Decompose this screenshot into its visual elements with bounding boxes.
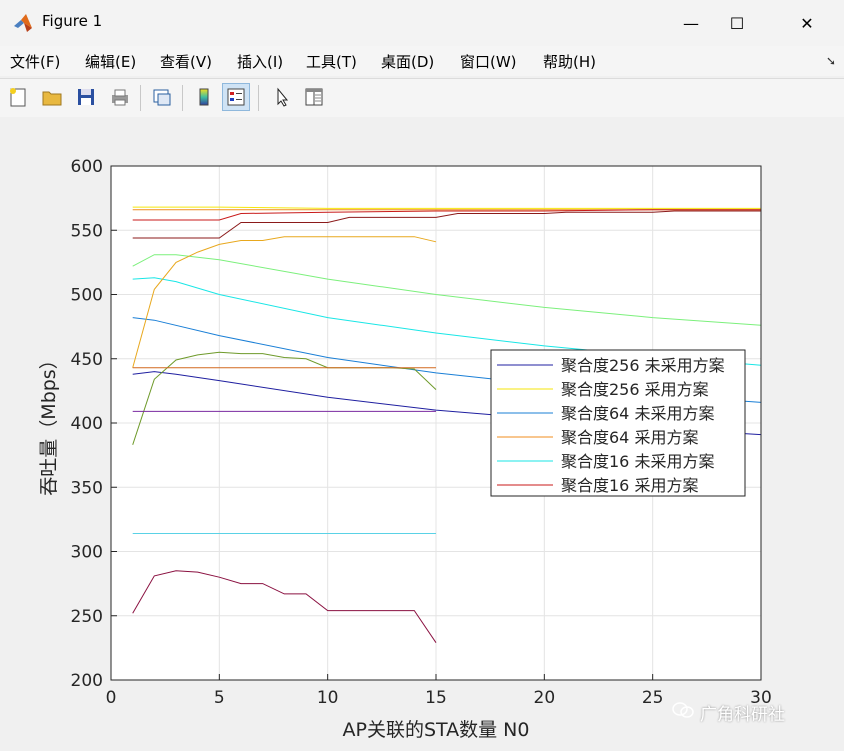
maximize-button[interactable]: ☐ [712, 0, 762, 46]
x-axis-label: AP关联的STA数量 N0 [343, 719, 530, 741]
y-tick-label: 550 [71, 221, 103, 241]
matlab-logo-icon [14, 14, 32, 32]
legend-label: 聚合度64 采用方案 [561, 428, 698, 447]
toolbar-separator [258, 85, 259, 111]
figure-canvas: 0 5 10 15 20 25 30 200 250 300 350 400 450 500 550 600 … [4, 118, 840, 747]
close-button[interactable]: ✕ [782, 0, 832, 46]
link-icon[interactable] [148, 83, 176, 111]
legend-label: 聚合度16 采用方案 [561, 476, 698, 495]
menu-view[interactable]: 查看(V) [160, 51, 212, 72]
y-tick-label: 200 [71, 671, 103, 691]
menu-tools[interactable]: 工具(T) [306, 51, 357, 72]
x-tick-label: 5 [214, 688, 225, 708]
menu-file[interactable]: 文件(F) [10, 51, 60, 72]
y-tick-label: 400 [71, 414, 103, 434]
x-tick-label: 0 [106, 688, 117, 708]
line-chart[interactable]: 0 5 10 15 20 25 30200250300350400450500550600 … [4, 118, 840, 747]
y-tick-label: 600 [71, 157, 103, 177]
toolbar-separator [182, 85, 183, 111]
x-tick-label: 10 [317, 688, 339, 708]
menu-insert[interactable]: 插入(I) [237, 51, 283, 72]
menu-desktop[interactable]: 桌面(D) [381, 51, 434, 72]
menu-edit[interactable]: 编辑(E) [85, 51, 136, 72]
open-folder-icon[interactable] [38, 83, 66, 111]
legend-label: 聚合度64 未采用方案 [561, 404, 714, 423]
y-tick-label: 500 [71, 286, 103, 306]
save-icon[interactable] [72, 83, 100, 111]
x-tick-label: 20 [534, 688, 556, 708]
legend-label: 聚合度16 未采用方案 [561, 452, 714, 471]
menu-bar: 文件(F) 编辑(E) 查看(V) 插入(I) 工具(T) 桌面(D) 窗口(W… [0, 46, 844, 76]
new-figure-icon[interactable] [4, 83, 32, 111]
toolbar [0, 78, 844, 117]
colorbar-icon[interactable] [190, 83, 218, 111]
legend-label: 聚合度256 采用方案 [561, 380, 709, 399]
menu-help[interactable]: 帮助(H) [543, 51, 596, 72]
pointer-icon[interactable] [268, 83, 296, 111]
y-axis-label: 吞吐量（Mbps） [38, 350, 60, 495]
watermark: 广角科研社 [672, 700, 785, 725]
legend-label: 聚合度256 未采用方案 [561, 356, 725, 375]
window-title: Figure 1 [42, 12, 103, 30]
wechat-icon [672, 701, 694, 724]
menu-overflow-arrow-icon[interactable]: ➘ [826, 54, 836, 68]
window-titlebar: Figure 1 — ☐ ✕ [0, 0, 844, 46]
property-editor-icon[interactable] [300, 83, 328, 111]
toolbar-separator [140, 85, 141, 111]
y-tick-label: 300 [71, 543, 103, 563]
y-tick-label: 450 [71, 350, 103, 370]
y-tick-label: 350 [71, 478, 103, 498]
x-tick-label: 15 [425, 688, 447, 708]
legend[interactable]: 聚合度256 未采用方案聚合度256 采用方案聚合度64 未采用方案聚合度64 … [490, 349, 746, 497]
minimize-button[interactable]: — [666, 0, 716, 46]
x-tick-label: 25 [642, 688, 664, 708]
legend-icon[interactable] [222, 83, 250, 111]
menu-window[interactable]: 窗口(W) [460, 51, 517, 72]
y-tick-label: 250 [71, 607, 103, 627]
watermark-text: 广角科研社 [700, 705, 785, 725]
print-icon[interactable] [106, 83, 134, 111]
